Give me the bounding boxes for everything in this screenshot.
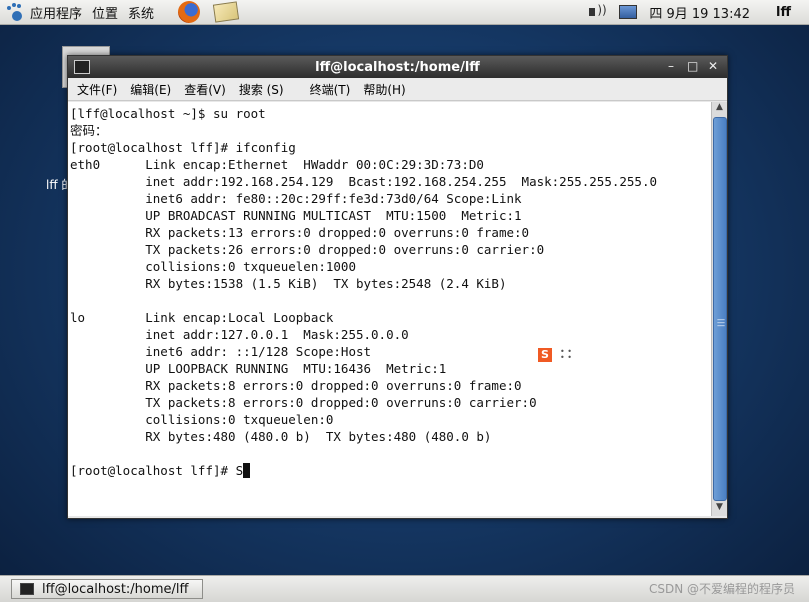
terminal-line: lo Link encap:Local Loopback (70, 310, 334, 325)
terminal-line: 密码： (70, 123, 108, 138)
ime-toolbar[interactable]: S • • • • (530, 345, 578, 365)
menu-places[interactable]: 位置 (92, 3, 118, 22)
terminal-line: collisions:0 txqueuelen:0 (70, 412, 334, 427)
sogou-ime-icon[interactable]: S (538, 348, 552, 362)
scroll-up-icon[interactable]: ▲ (712, 102, 727, 116)
scroll-down-icon[interactable]: ▼ (712, 502, 727, 516)
menu-edit[interactable]: 编辑(E) (130, 81, 171, 98)
terminal-line: collisions:0 txqueuelen:1000 (70, 259, 356, 274)
mail-icon[interactable] (212, 1, 240, 23)
taskbar-button-terminal[interactable]: lff@localhost:/home/lff (11, 579, 203, 599)
firefox-icon[interactable] (178, 1, 201, 23)
ime-menu-icon[interactable]: • • • • (560, 348, 572, 362)
grip-icon: — — — (717, 315, 725, 330)
maximize-icon[interactable]: □ (687, 59, 698, 73)
terminal-line: RX packets:13 errors:0 dropped:0 overrun… (70, 225, 530, 240)
terminal-line: eth0 Link encap:Ethernet HWaddr 00:0C:29… (70, 157, 484, 172)
terminal-line: UP BROADCAST RUNNING MULTICAST MTU:1500 … (70, 208, 522, 223)
terminal-line: inet6 addr: fe80::20c:29ff:fe3d:73d0/64 … (70, 191, 522, 206)
terminal-icon (74, 60, 90, 74)
menu-terminal[interactable]: 终端(T) (310, 81, 351, 98)
window-titlebar[interactable]: lff@localhost:/home/lff – □ ✕ (68, 56, 727, 78)
terminal-line: [root@localhost lff]# ifconfig (70, 140, 296, 155)
close-icon[interactable]: ✕ (708, 59, 718, 73)
terminal-line: RX packets:8 errors:0 dropped:0 overruns… (70, 378, 522, 393)
watermark: CSDN @不爱编程的程序员 (648, 582, 795, 596)
minimize-icon[interactable]: – (668, 59, 674, 73)
menu-view[interactable]: 查看(V) (184, 81, 226, 98)
terminal-line: TX packets:8 errors:0 dropped:0 overruns… (70, 395, 537, 410)
terminal-line: RX bytes:480 (480.0 b) TX bytes:480 (480… (70, 429, 492, 444)
terminal-icon (20, 583, 34, 595)
terminal-line: [lff@localhost ~]$ su root (70, 106, 266, 121)
clock[interactable]: 四 9月 19 13:42 (649, 3, 750, 22)
scrollbar[interactable]: ▲ — — — ▼ (711, 102, 727, 516)
terminal-line: inet6 addr: ::1/128 Scope:Host (70, 344, 372, 359)
terminal-line: TX packets:26 errors:0 dropped:0 overrun… (70, 242, 545, 257)
terminal-window: lff@localhost:/home/lff – □ ✕ 文件(F) 编辑(E… (67, 55, 728, 519)
terminal-output[interactable]: [lff@localhost ~]$ su root 密码： [root@loc… (68, 102, 711, 516)
window-title: lff@localhost:/home/lff (315, 59, 480, 75)
menu-bar: 文件(F) 编辑(E) 查看(V) 搜索 (S) 终端(T) 帮助(H) (68, 78, 727, 101)
top-panel: 应用程序 位置 系统 四 9月 19 13:42 lff (0, 0, 809, 25)
menu-system[interactable]: 系统 (128, 3, 154, 22)
text-cursor (243, 463, 251, 478)
terminal-line: UP LOOPBACK RUNNING MTU:16436 Metric:1 (70, 361, 447, 376)
menu-file[interactable]: 文件(F) (77, 81, 117, 98)
terminal-prompt-line: [root@localhost lff]# S (70, 463, 244, 478)
terminal-line: inet addr:127.0.0.1 Mask:255.0.0.0 (70, 327, 409, 342)
menu-help[interactable]: 帮助(H) (363, 81, 405, 98)
menu-search[interactable]: 搜索 (S) (239, 81, 284, 98)
terminal-line: inet addr:192.168.254.129 Bcast:192.168.… (70, 174, 657, 189)
taskbar-label: lff@localhost:/home/lff (42, 581, 189, 597)
terminal-line: RX bytes:1538 (1.5 KiB) TX bytes:2548 (2… (70, 276, 507, 291)
network-icon[interactable] (619, 5, 638, 19)
volume-icon[interactable] (587, 3, 607, 21)
menu-applications[interactable]: 应用程序 (30, 3, 82, 22)
user-menu[interactable]: lff (776, 5, 791, 20)
gnome-foot-icon[interactable] (6, 3, 24, 21)
scrollbar-thumb[interactable]: — — — (713, 117, 727, 501)
bottom-panel: lff@localhost:/home/lff CSDN @不爱编程的程序员 (0, 575, 809, 602)
